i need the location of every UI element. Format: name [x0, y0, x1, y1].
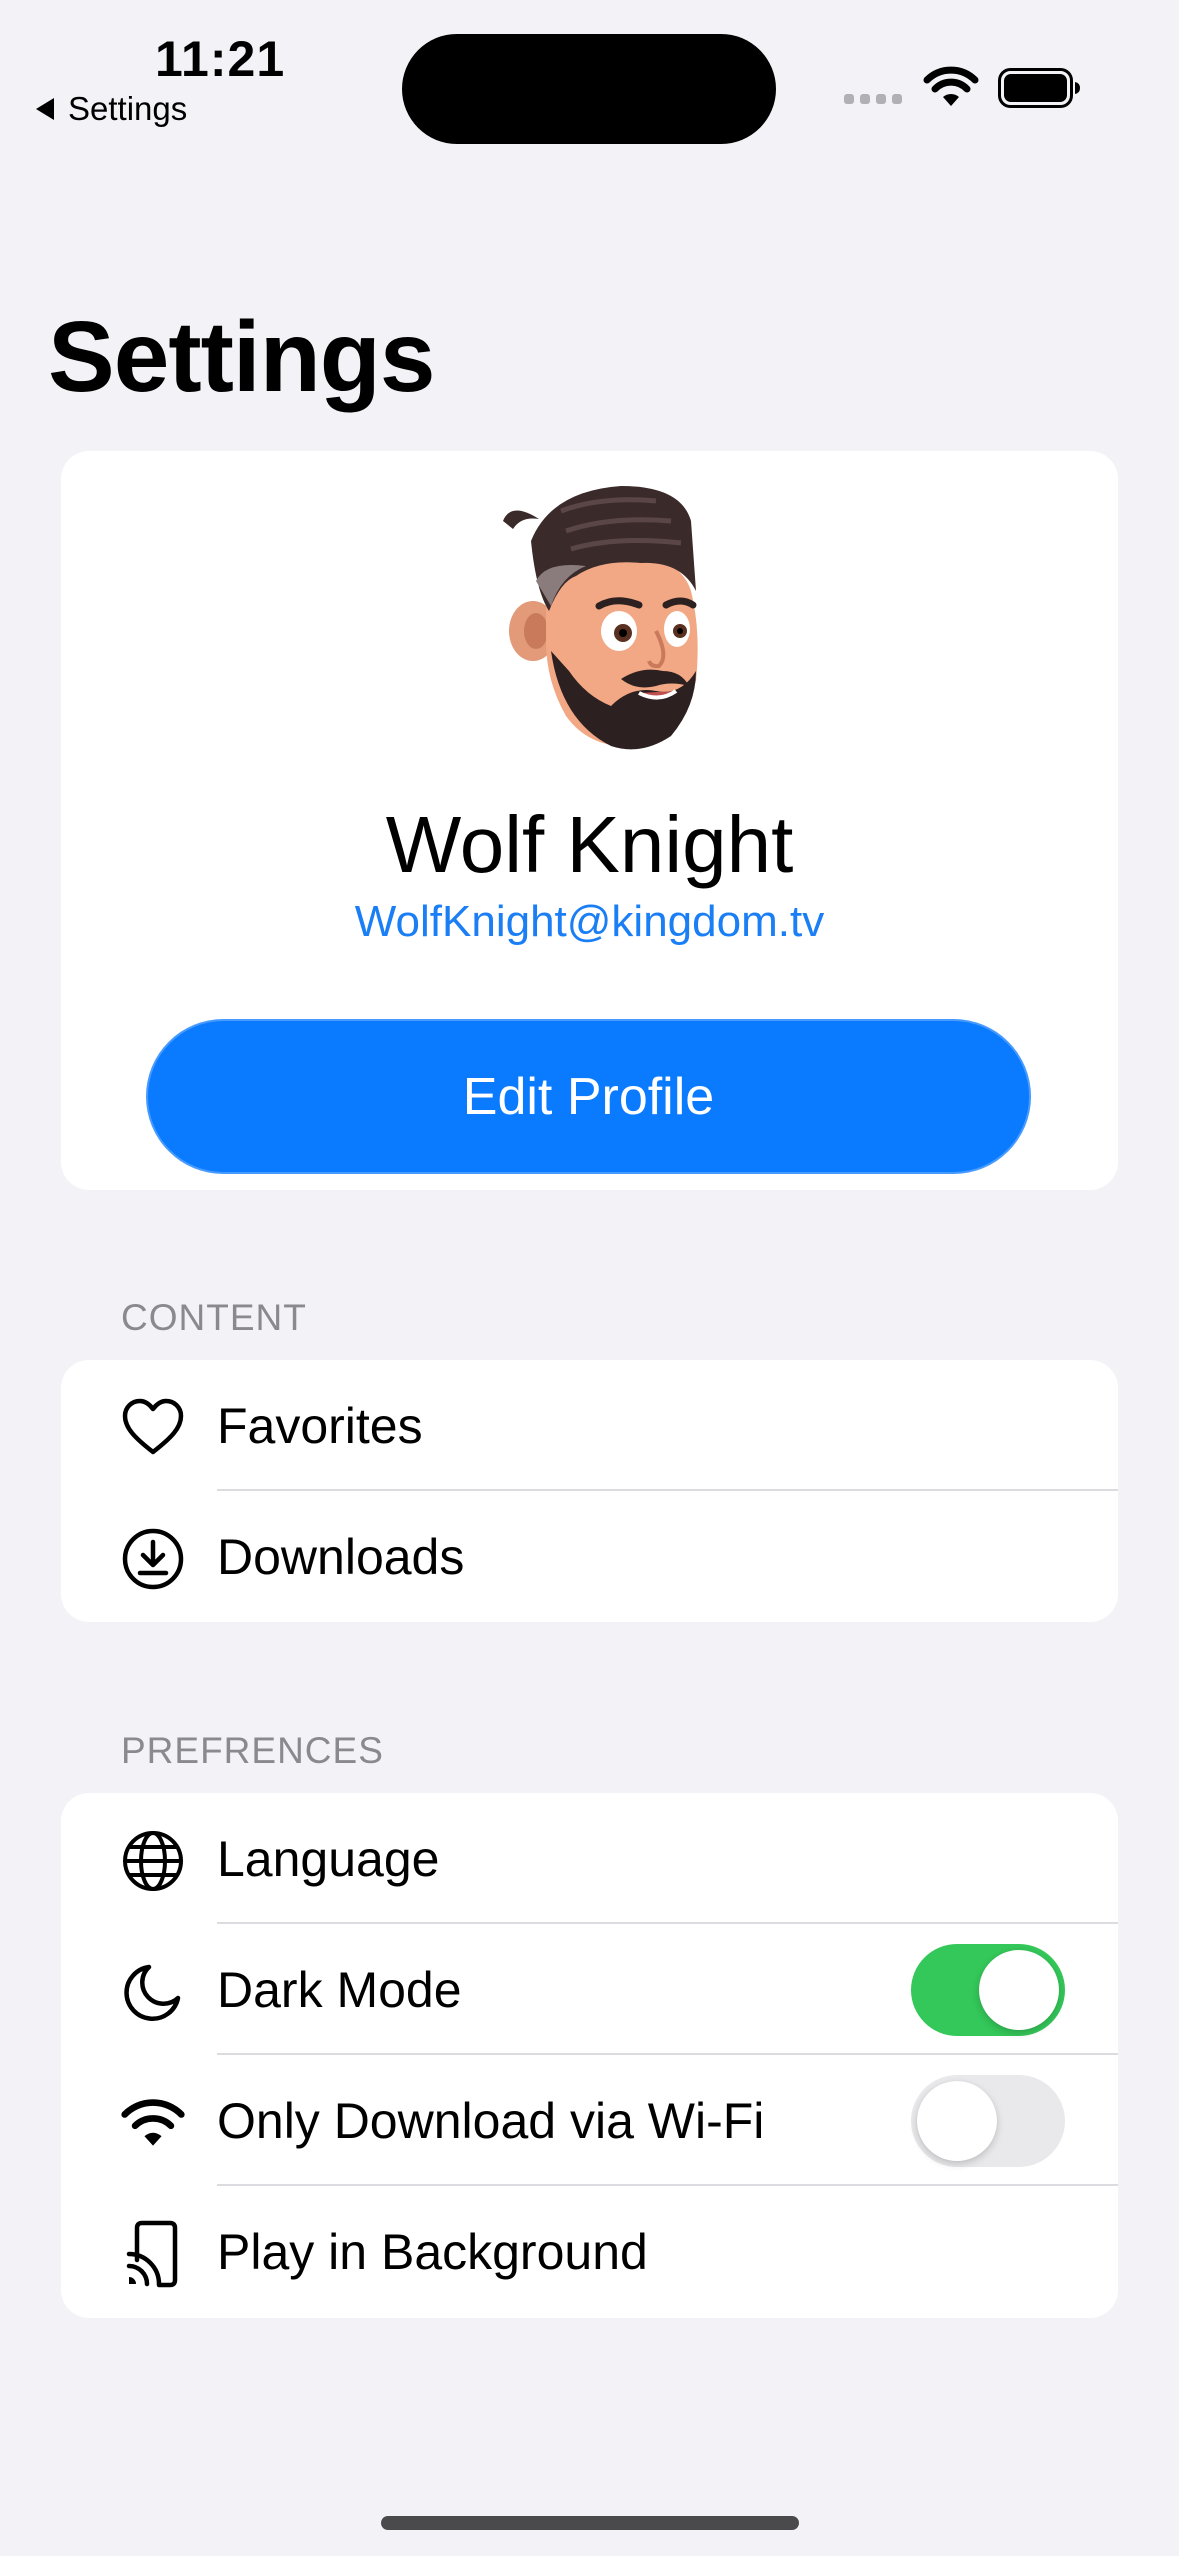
back-link-label: Settings [68, 90, 188, 127]
cellular-signal-icon [844, 94, 902, 104]
profile-name: Wolf Knight [385, 800, 794, 889]
profile-card: Wolf Knight WolfKnight@kingdom.tv Edit P… [61, 451, 1118, 1190]
back-to-settings-link[interactable]: Settings [36, 90, 187, 128]
wifi-download-toggle[interactable] [911, 2075, 1065, 2167]
edit-profile-button[interactable]: Edit Profile [146, 1019, 1031, 1174]
back-arrow-icon [36, 98, 54, 120]
downloads-row[interactable]: Downloads [61, 1491, 1118, 1622]
dynamic-island [402, 34, 776, 144]
language-row[interactable]: Language [61, 1793, 1118, 1924]
preferences-section-header: PREFRENCES [121, 1730, 384, 1771]
dark-mode-row: Dark Mode [61, 1924, 1118, 2055]
wifi-download-row: Only Download via Wi-Fi [61, 2055, 1118, 2186]
content-card: Favorites Downloads [61, 1360, 1118, 1622]
favorites-label: Favorites [217, 1397, 423, 1454]
content-section-header: CONTENT [121, 1297, 307, 1338]
dark-mode-toggle[interactable] [911, 1944, 1065, 2036]
download-circle-icon [119, 1528, 187, 1590]
heart-icon [119, 1398, 187, 1458]
toggle-knob [917, 2081, 997, 2161]
battery-icon [998, 68, 1080, 108]
wifi-download-label: Only Download via Wi-Fi [217, 2092, 765, 2149]
play-background-row[interactable]: Play in Background [61, 2186, 1118, 2317]
preferences-card: Language Dark Mode Only Download via Wi-… [61, 1793, 1118, 2318]
avatar[interactable] [491, 481, 731, 761]
globe-icon [119, 1831, 187, 1891]
home-indicator[interactable] [381, 2516, 799, 2530]
toggle-knob [979, 1950, 1059, 2030]
dark-mode-label: Dark Mode [217, 1961, 462, 2018]
downloads-label: Downloads [217, 1528, 465, 1585]
language-label: Language [217, 1830, 440, 1887]
wifi-status-icon [923, 66, 979, 106]
moon-icon [119, 1962, 187, 2022]
profile-email[interactable]: WolfKnight@kingdom.tv [61, 897, 1118, 947]
airplay-icon [119, 2220, 187, 2288]
page-title: Settings [48, 301, 435, 413]
wifi-icon [119, 2093, 187, 2153]
status-time: 11:21 [155, 31, 286, 87]
favorites-row[interactable]: Favorites [61, 1360, 1118, 1491]
play-background-label: Play in Background [217, 2223, 648, 2280]
